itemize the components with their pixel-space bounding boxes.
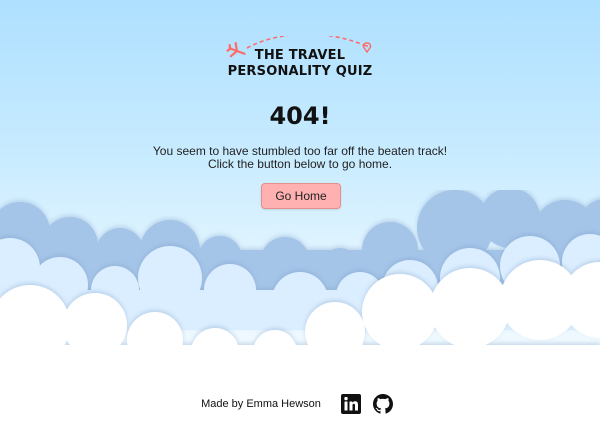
github-link[interactable] [372, 394, 393, 414]
footer-credit: Made by Emma Hewson [201, 398, 321, 410]
go-home-button[interactable]: Go Home [261, 183, 341, 209]
error-message: You seem to have stumbled too far off th… [0, 145, 600, 171]
error-title: 404! [269, 102, 331, 130]
quiz-logo[interactable]: THE TRAVEL PERSONALITY QUIZ [225, 36, 375, 82]
logo-title-line2: PERSONALITY QUIZ [227, 64, 373, 79]
github-icon [372, 394, 393, 414]
flight-path [246, 36, 367, 49]
linkedin-link[interactable] [340, 394, 361, 414]
error-message-line2: Click the button below to go home. [207, 157, 393, 171]
linkedin-icon [340, 394, 361, 414]
logo-title-line1: THE TRAVEL [254, 48, 346, 63]
footer: Made by Emma Hewson [0, 392, 600, 416]
